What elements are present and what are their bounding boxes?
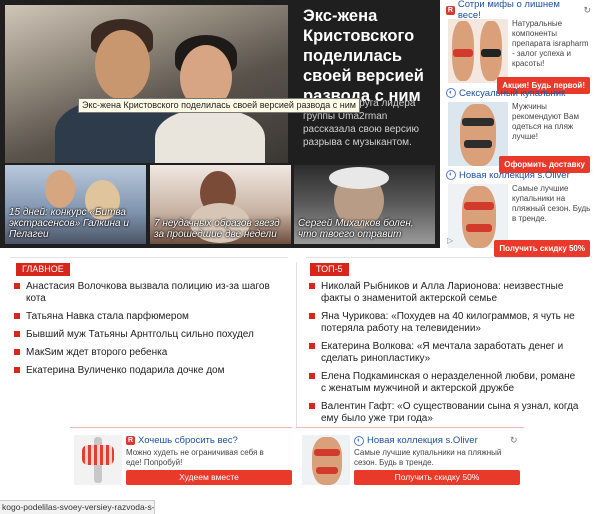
news-thumb[interactable]: 7 неудачных образов звезд за прошедшие д…	[150, 165, 291, 244]
right-ad[interactable]: ◐ Сексуальный купальник Мужчины рекоменд…	[446, 86, 594, 173]
column-divider	[296, 262, 297, 427]
ad-button[interactable]: Худеем вместе	[126, 470, 292, 485]
sponsor-icon: ◐	[354, 435, 364, 446]
ad-text: Мужчины рекомендуют Вам одеться на пляж …	[512, 102, 579, 141]
ad-icon: R	[126, 436, 135, 445]
thumb-caption[interactable]: 15 дней: конкурс «Битва экстрасенсов» Га…	[9, 207, 142, 240]
top5-list: Николай Рыбников и Алла Ларионова: неизв…	[309, 281, 581, 425]
list-item[interactable]: Анастасия Волочкова вызвала полицию из-з…	[14, 281, 289, 305]
refresh-icon[interactable]: ↻	[583, 5, 591, 16]
divider	[296, 427, 524, 428]
ad-image[interactable]	[448, 184, 508, 248]
main-news-list: Анастасия Волочкова вызвала полицию из-з…	[14, 281, 289, 377]
ad-title[interactable]: Хочешь сбросить вес?	[138, 435, 238, 446]
ad-text: Натуральные компоненты препарата israpha…	[512, 19, 589, 68]
list-item[interactable]: Бывший муж Татьяны Арнтгольц сильно поху…	[14, 329, 289, 341]
hero-photo[interactable]	[5, 5, 288, 163]
ad-image[interactable]	[74, 435, 122, 485]
right-ad[interactable]: R Сотри мифы о лишнем весе! ↻ Натуральны…	[446, 0, 594, 94]
hero-title[interactable]: Экс-жена Кристовского поделилась своей в…	[303, 6, 435, 106]
ad-title[interactable]: Сексуальный купальник	[459, 88, 565, 99]
list-item[interactable]: Николай Рыбников и Алла Ларионова: неизв…	[309, 281, 581, 305]
list-item[interactable]: Екатерина Вуличенко подарила дочке дом	[14, 365, 289, 377]
ad-text: Самые лучшие купальники на пляжный сезон…	[354, 448, 502, 467]
ad-icon: R	[446, 5, 455, 15]
list-item[interactable]: Татьяна Навка стала парфюмером	[14, 311, 289, 323]
list-item[interactable]: Валентин Гафт: «О существовании сына я у…	[309, 401, 581, 425]
ad-button[interactable]: Получить скидку 50%	[354, 470, 520, 485]
ad-title[interactable]: Новая коллекция s.Oliver	[367, 435, 478, 446]
top5-badge: ТОП-5	[310, 263, 349, 276]
thumb-caption[interactable]: 7 неудачных образов звезд за прошедшие д…	[154, 218, 287, 240]
sponsor-icon: ◐	[446, 88, 456, 98]
ad-text: Можно худеть не ограничивая себя в еде! …	[126, 448, 264, 467]
list-item[interactable]: Екатерина Волкова: «Я мечтала заработать…	[309, 341, 581, 365]
status-bar-url: kogo-podelilas-svoey-versiey-razvoda-s-n…	[0, 500, 155, 514]
hero-tooltip: Экс-жена Кристовского поделилась своей в…	[78, 98, 360, 113]
main-news-badge: ГЛАВНОЕ	[16, 263, 70, 276]
bottom-ad[interactable]: ◐ Новая коллекция s.Oliver ↻ Самые лучши…	[298, 433, 524, 493]
ad-title[interactable]: Новая коллекция s.Oliver	[459, 170, 570, 181]
ad-image[interactable]	[302, 435, 350, 485]
news-thumb[interactable]: 15 дней: конкурс «Битва экстрасенсов» Га…	[5, 165, 146, 244]
news-thumb[interactable]: Сергей Михалков болен, что твоего отрави…	[294, 165, 435, 244]
list-item[interactable]: Елена Подкаминская о неразделенной любви…	[309, 371, 581, 395]
right-ad[interactable]: ◐ Новая коллекция s.Oliver Самые лучшие …	[446, 168, 594, 257]
thumb-caption[interactable]: Сергей Михалков болен, что твоего отрави…	[298, 218, 431, 240]
sponsor-icon: ◐	[446, 170, 456, 180]
adchoices-icon[interactable]: ▷	[447, 236, 453, 245]
bottom-ad[interactable]: R Хочешь сбросить вес? Можно худеть не о…	[70, 433, 294, 493]
ad-image[interactable]	[448, 19, 508, 83]
divider	[70, 427, 292, 428]
hero-block[interactable]: Экс-жена Кристовского поделилась своей в…	[0, 0, 440, 248]
ad-text: Самые лучшие купальники на пляжный сезон…	[512, 184, 591, 223]
list-item[interactable]: МакSим ждет второго ребенка	[14, 347, 289, 359]
list-item[interactable]: Яна Чурикова: «Похудев на 40 килограммов…	[309, 311, 581, 335]
refresh-icon[interactable]: ↻	[510, 435, 518, 446]
ad-button[interactable]: Получить скидку 50%	[494, 240, 590, 257]
